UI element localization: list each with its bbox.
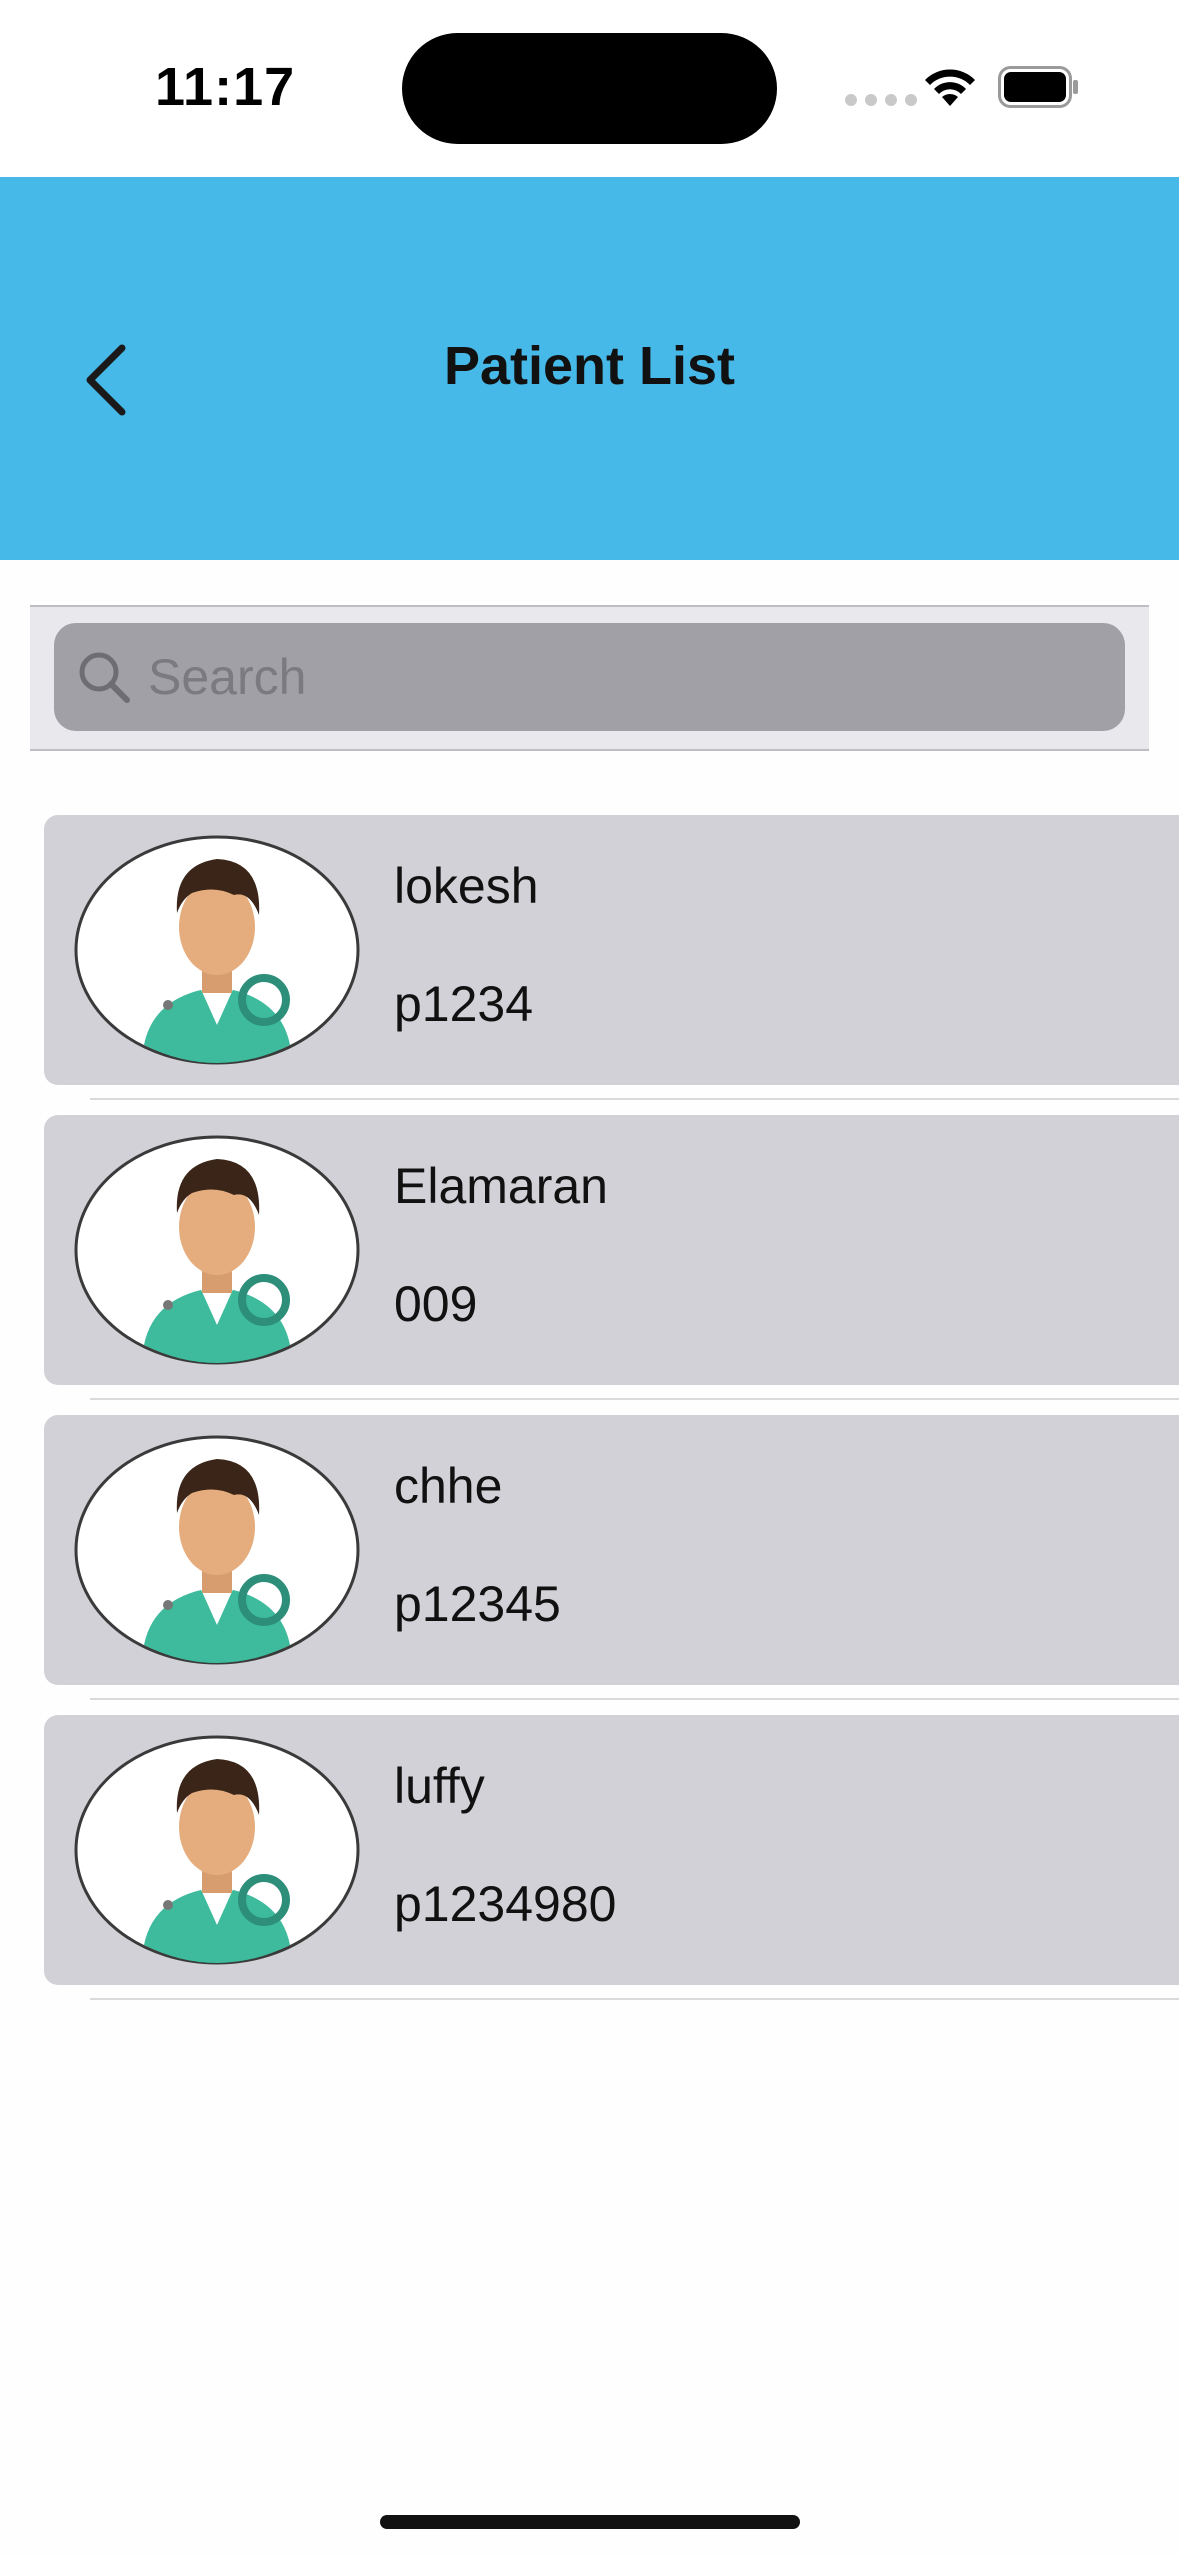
- search-bar: [30, 605, 1149, 751]
- page-title: Patient List: [443, 336, 736, 396]
- cellular-signal-icon: [845, 94, 917, 106]
- battery-icon: [998, 66, 1078, 108]
- doctor-avatar-icon: [74, 1135, 360, 1365]
- search-field[interactable]: [54, 623, 1125, 731]
- row-divider: [90, 1698, 1179, 1700]
- patient-name: luffy: [394, 1758, 485, 1814]
- status-time: 11:17: [155, 57, 296, 117]
- patient-name: lokesh: [394, 858, 539, 914]
- row-divider: [90, 1398, 1179, 1400]
- patient-name: chhe: [394, 1458, 503, 1514]
- patient-name: Elamaran: [394, 1158, 608, 1214]
- search-icon: [79, 652, 130, 703]
- row-divider: [90, 1998, 1179, 2000]
- doctor-avatar-icon: [74, 835, 360, 1065]
- patient-id: p1234: [394, 976, 534, 1032]
- search-input[interactable]: [148, 623, 1098, 731]
- patient-row[interactable]: luffy p1234980: [44, 1715, 1179, 1985]
- patient-row[interactable]: chhe p12345: [44, 1415, 1179, 1685]
- patient-id: p12345: [394, 1576, 561, 1632]
- patient-row[interactable]: lokesh p1234: [44, 815, 1179, 1085]
- patient-id: p1234980: [394, 1876, 617, 1932]
- doctor-avatar-icon: [74, 1735, 360, 1965]
- row-divider: [90, 1098, 1179, 1100]
- wifi-icon: [925, 69, 975, 106]
- status-bar: 11:17: [0, 0, 1179, 177]
- doctor-avatar-icon: [74, 1435, 360, 1665]
- patient-row[interactable]: Elamaran 009: [44, 1115, 1179, 1385]
- dynamic-island: [402, 33, 777, 144]
- patient-id: 009: [394, 1276, 478, 1332]
- home-indicator[interactable]: [380, 2515, 800, 2529]
